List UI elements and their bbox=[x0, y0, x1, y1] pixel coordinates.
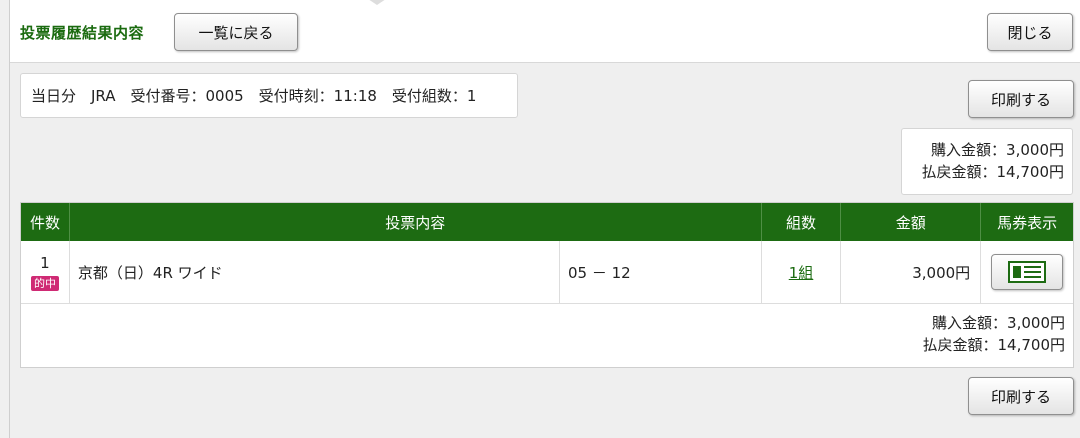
arrow-notch-icon bbox=[368, 0, 386, 5]
kumi-cell: 1組 bbox=[762, 241, 842, 303]
hit-badge: 的中 bbox=[30, 275, 59, 291]
amount: 3,000円 bbox=[841, 241, 982, 303]
receipt-info: 当日分 JRA 受付番号：0005 受付時刻：11:18 受付組数：1 bbox=[20, 73, 518, 118]
table-row: 1 的中 京都（日）4R ワイド 05 － 12 1組 3,000円 bbox=[21, 241, 1073, 304]
combination: 05 － 12 bbox=[560, 241, 762, 303]
header-ticket: 馬券表示 bbox=[997, 213, 1058, 232]
bet-table: 件数 投票内容 組数 金額 馬券表示 1 的中 京都（日）4R ワイド 05 －… bbox=[20, 202, 1074, 368]
print-button-top[interactable]: 印刷する bbox=[968, 80, 1074, 118]
close-button[interactable]: 閉じる bbox=[987, 13, 1073, 51]
table-header: 件数 投票内容 組数 金額 馬券表示 bbox=[21, 203, 1073, 241]
purchase-amount: 購入金額：3,000円 bbox=[931, 141, 1064, 159]
row-number-cell: 1 的中 bbox=[21, 241, 70, 303]
header-count: 件数 bbox=[21, 203, 70, 241]
print-button-bottom[interactable]: 印刷する bbox=[968, 377, 1074, 415]
back-to-list-button[interactable]: 一覧に戻る bbox=[174, 13, 298, 51]
footer-purchase-amount: 購入金額：3,000円 bbox=[932, 314, 1065, 332]
row-number: 1 bbox=[40, 253, 50, 272]
header-kumi: 組数 bbox=[762, 203, 842, 241]
result-panel: 投票履歴結果内容 一覧に戻る 閉じる 当日分 JRA 受付番号：0005 受付時… bbox=[9, 0, 1080, 438]
page-title: 投票履歴結果内容 bbox=[20, 24, 145, 42]
header-bar: 投票履歴結果内容 一覧に戻る 閉じる bbox=[10, 0, 1080, 63]
kumi-link[interactable]: 1組 bbox=[789, 262, 814, 283]
summary-box: 購入金額：3,000円 払戻金額：14,700円 bbox=[901, 128, 1073, 195]
ticket-cell bbox=[981, 241, 1073, 303]
footer-payout-amount: 払戻金額：14,700円 bbox=[922, 336, 1066, 354]
header-amount: 金額 bbox=[841, 203, 982, 241]
header-content: 投票内容 bbox=[70, 203, 762, 241]
race-name: 京都（日）4R ワイド bbox=[70, 241, 560, 303]
table-footer: 購入金額：3,000円 払戻金額：14,700円 bbox=[21, 304, 1073, 367]
ticket-display-button[interactable] bbox=[991, 254, 1064, 290]
ticket-icon bbox=[1008, 261, 1047, 283]
payout-amount: 払戻金額：14,700円 bbox=[921, 163, 1065, 181]
